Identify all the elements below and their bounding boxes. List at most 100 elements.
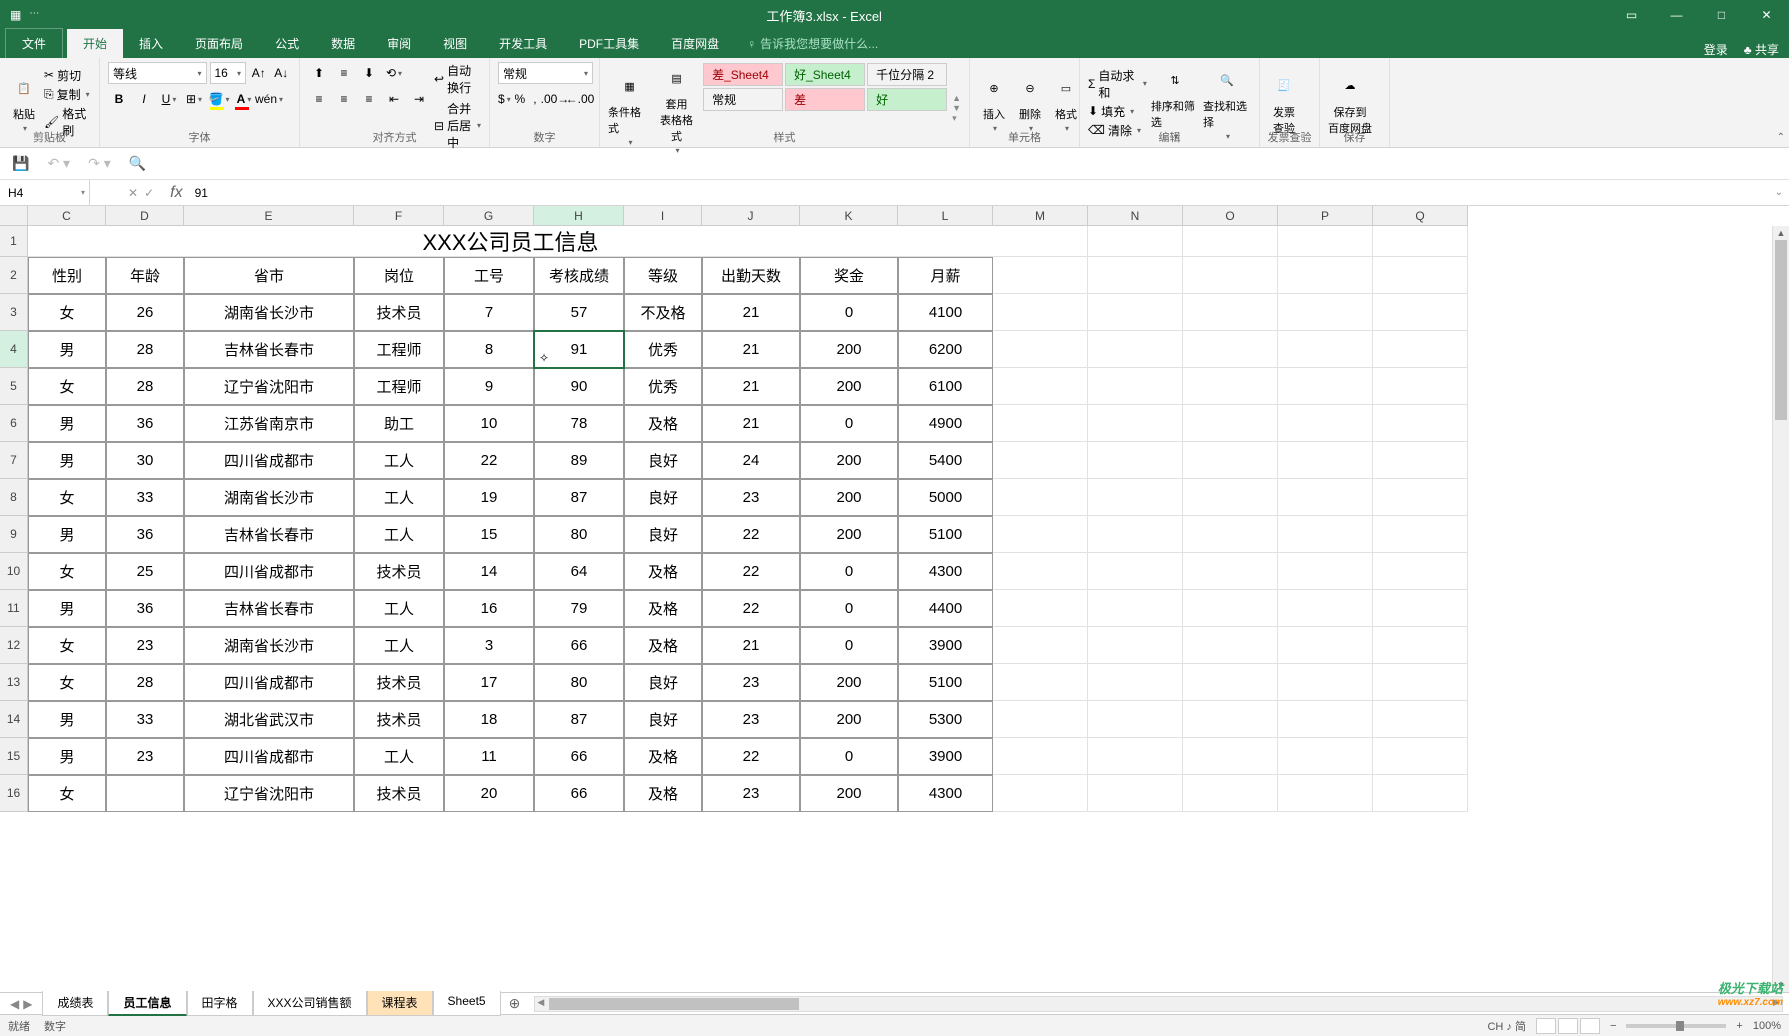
zoom-slider[interactable] xyxy=(1626,1024,1726,1028)
cell[interactable] xyxy=(1373,553,1468,590)
tab-home[interactable]: 开始 xyxy=(67,29,123,58)
cell[interactable] xyxy=(1278,701,1373,738)
table-cell[interactable]: 80 xyxy=(534,516,624,553)
table-cell[interactable]: 6200 xyxy=(898,331,993,368)
table-cell[interactable]: 工人 xyxy=(354,627,444,664)
table-cell[interactable]: 87 xyxy=(534,701,624,738)
decrease-font-button[interactable]: A↓ xyxy=(272,62,291,84)
cell[interactable] xyxy=(1183,627,1278,664)
font-size-combo[interactable]: 16▾ xyxy=(210,62,247,84)
name-box[interactable]: H4 ▾ xyxy=(0,180,90,205)
align-right-button[interactable]: ≡ xyxy=(358,88,380,110)
sheet-tab[interactable]: 员工信息 xyxy=(108,991,186,1016)
cell[interactable] xyxy=(1373,294,1468,331)
cell[interactable] xyxy=(993,738,1088,775)
cell[interactable] xyxy=(993,294,1088,331)
table-cell[interactable]: 200 xyxy=(800,701,898,738)
undo-button[interactable]: ↶ ▾ xyxy=(47,155,70,172)
table-cell[interactable]: 16 xyxy=(444,590,534,627)
style-comma[interactable]: 千位分隔 2 xyxy=(867,63,947,86)
cell[interactable] xyxy=(1278,331,1373,368)
fill-button[interactable]: ⬇填充▾ xyxy=(1088,103,1147,120)
table-header[interactable]: 出勤天数 xyxy=(702,257,800,294)
cell[interactable] xyxy=(1278,627,1373,664)
cell[interactable] xyxy=(1373,664,1468,701)
number-format-combo[interactable]: 常规▾ xyxy=(498,62,593,84)
cell[interactable] xyxy=(993,775,1088,812)
cell[interactable] xyxy=(1183,775,1278,812)
table-cell[interactable]: 0 xyxy=(800,294,898,331)
table-cell[interactable]: 技术员 xyxy=(354,664,444,701)
table-cell[interactable]: 4100 xyxy=(898,294,993,331)
cell[interactable] xyxy=(993,479,1088,516)
formula-input[interactable]: 91 xyxy=(189,186,1769,200)
cell[interactable] xyxy=(993,405,1088,442)
table-cell[interactable]: 66 xyxy=(534,738,624,775)
table-cell[interactable]: 23 xyxy=(702,479,800,516)
vertical-scrollbar[interactable]: ▲ ▼ xyxy=(1772,226,1789,992)
copy-button[interactable]: ⎘复制▾ xyxy=(44,86,91,103)
wrap-text-button[interactable]: ↩自动换行 xyxy=(434,62,481,96)
table-cell[interactable]: 36 xyxy=(106,405,184,442)
view-layout-button[interactable] xyxy=(1558,1018,1578,1034)
table-cell[interactable]: 91✧ xyxy=(534,331,624,368)
italic-button[interactable]: I xyxy=(133,88,155,110)
table-cell[interactable]: 24 xyxy=(702,442,800,479)
table-header[interactable]: 等级 xyxy=(624,257,702,294)
table-cell[interactable]: 技术员 xyxy=(354,701,444,738)
table-cell[interactable]: 200 xyxy=(800,442,898,479)
col-header-O[interactable]: O xyxy=(1183,206,1278,225)
row-header-13[interactable]: 13 xyxy=(0,664,27,701)
style-bad-sheet4[interactable]: 差_Sheet4 xyxy=(703,63,783,86)
table-cell[interactable]: 男 xyxy=(28,738,106,775)
row-header-15[interactable]: 15 xyxy=(0,738,27,775)
table-cell[interactable]: 四川省成都市 xyxy=(184,553,354,590)
table-cell[interactable]: 工人 xyxy=(354,738,444,775)
table-cell[interactable]: 6100 xyxy=(898,368,993,405)
col-header-G[interactable]: G xyxy=(444,206,534,225)
table-cell[interactable]: 3900 xyxy=(898,627,993,664)
cell[interactable] xyxy=(1278,442,1373,479)
table-cell[interactable]: 28 xyxy=(106,664,184,701)
table-cell[interactable]: 14 xyxy=(444,553,534,590)
style-good[interactable]: 好 xyxy=(867,88,947,111)
cell[interactable] xyxy=(1278,664,1373,701)
row-header-1[interactable]: 1 xyxy=(0,226,27,257)
table-cell[interactable]: 吉林省长春市 xyxy=(184,331,354,368)
table-title[interactable]: XXX公司员工信息 xyxy=(28,226,993,257)
phonetic-button[interactable]: wén▾ xyxy=(258,88,280,110)
table-cell[interactable]: 及格 xyxy=(624,775,702,812)
ribbon-options-icon[interactable]: ▭ xyxy=(1609,0,1654,30)
table-cell[interactable]: 良好 xyxy=(624,701,702,738)
table-cell[interactable]: 良好 xyxy=(624,442,702,479)
sheet-tab[interactable]: 成绩表 xyxy=(42,991,108,1016)
col-header-P[interactable]: P xyxy=(1278,206,1373,225)
table-cell[interactable]: 22 xyxy=(702,516,800,553)
autosum-button[interactable]: Σ自动求和▾ xyxy=(1088,67,1147,101)
table-cell[interactable]: 22 xyxy=(702,738,800,775)
cell[interactable] xyxy=(1088,516,1183,553)
cell[interactable] xyxy=(1373,226,1468,257)
col-header-F[interactable]: F xyxy=(354,206,444,225)
table-cell[interactable]: 10 xyxy=(444,405,534,442)
table-cell[interactable]: 200 xyxy=(800,479,898,516)
cell[interactable] xyxy=(1278,226,1373,257)
cell[interactable] xyxy=(993,627,1088,664)
table-cell[interactable]: 男 xyxy=(28,701,106,738)
decrease-decimal-button[interactable]: ←.00 xyxy=(569,88,591,110)
table-cell[interactable] xyxy=(106,775,184,812)
table-cell[interactable]: 20 xyxy=(444,775,534,812)
cell[interactable] xyxy=(1088,590,1183,627)
cell[interactable] xyxy=(1278,479,1373,516)
table-cell[interactable]: 女 xyxy=(28,553,106,590)
row-header-4[interactable]: 4 xyxy=(0,331,27,368)
table-cell[interactable]: 吉林省长春市 xyxy=(184,590,354,627)
table-cell[interactable]: 7 xyxy=(444,294,534,331)
cell[interactable] xyxy=(1278,516,1373,553)
cell[interactable] xyxy=(1373,627,1468,664)
sheet-tab[interactable]: 田字格 xyxy=(187,991,253,1016)
table-cell[interactable]: 80 xyxy=(534,664,624,701)
cell[interactable] xyxy=(1278,294,1373,331)
col-header-M[interactable]: M xyxy=(993,206,1088,225)
table-cell[interactable]: 0 xyxy=(800,553,898,590)
